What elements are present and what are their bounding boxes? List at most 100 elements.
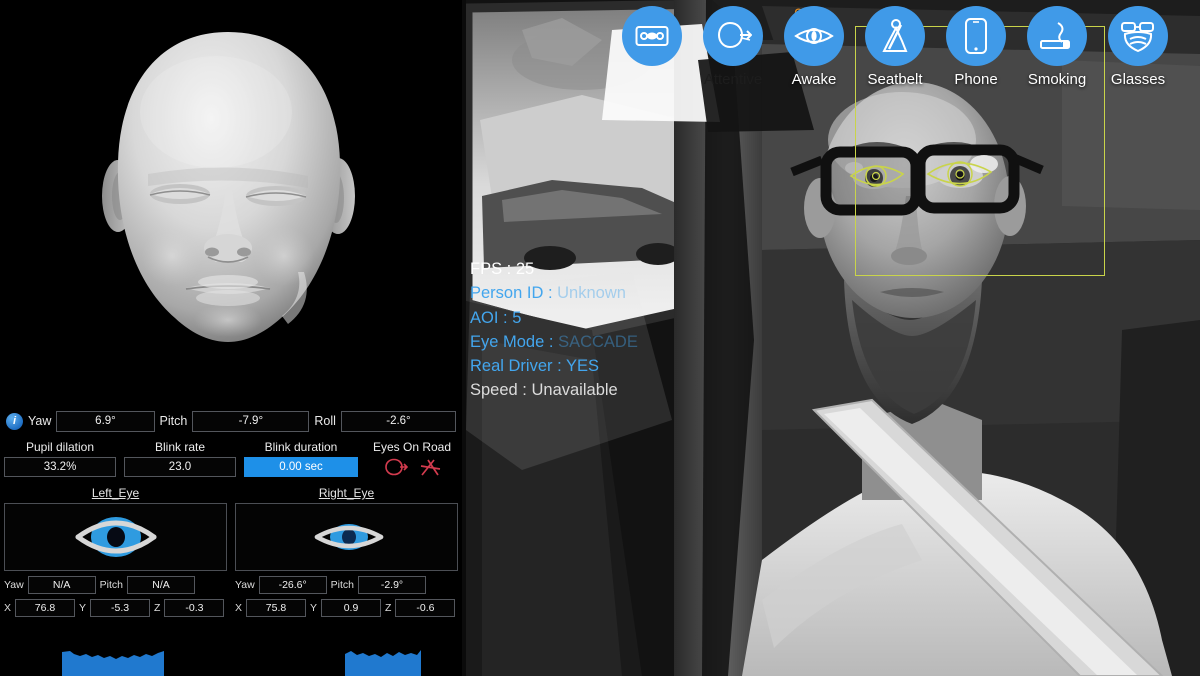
telemetry-eye-mode-value: SACCADE: [558, 333, 638, 351]
head-pose-row: i Yaw 6.9° Pitch -7.9° Roll -2.6°: [0, 406, 462, 436]
telemetry-person-id: Person ID : Unknown: [470, 282, 638, 304]
status-label-seatbelt: Seatbelt: [867, 71, 922, 88]
head-gaze-icon: [380, 457, 408, 477]
status-item-phone[interactable]: Phone: [946, 6, 1006, 88]
pitch-label: Pitch: [160, 414, 188, 428]
metric-blink-rate: Blink rate 23.0: [124, 440, 236, 482]
right-eye-yaw-label: Yaw: [235, 579, 255, 591]
left-eye-yaw-value[interactable]: N/A: [28, 576, 96, 594]
eye-open-icon: [784, 6, 844, 66]
left-eye-y-value[interactable]: -5.3: [90, 599, 150, 617]
seatbelt-icon: [865, 6, 925, 66]
left-eye-x-value[interactable]: 76.8: [15, 599, 75, 617]
status-item-smoking[interactable]: Smoking: [1027, 6, 1087, 88]
right-eye-y-value[interactable]: 0.9: [321, 599, 381, 617]
signal-waveforms: [0, 640, 462, 676]
phone-icon: [946, 6, 1006, 66]
status-label-glasses: Glasses: [1111, 71, 1165, 88]
status-item-glasses[interactable]: Glasses: [1108, 6, 1168, 88]
telemetry-fps-key: FPS: [470, 260, 502, 278]
eye-detail-sections: Left_Eye Yaw N/A Pitch N/A X: [0, 486, 462, 621]
metric-eyes-on-road: Eyes On Road: [366, 440, 458, 482]
status-label-attentive: Attentive: [704, 71, 762, 88]
left-telemetry-panel: i Yaw 6.9° Pitch -7.9° Roll -2.6° Pupil …: [0, 0, 462, 676]
status-item-sensor[interactable]: [622, 6, 682, 71]
head-pose-3d-viewport[interactable]: [0, 0, 462, 398]
telemetry-eye-mode: Eye Mode : SACCADE: [470, 331, 638, 353]
blink-rate-value[interactable]: 23.0: [124, 457, 236, 477]
right-eye-title: Right_Eye: [235, 486, 458, 500]
right-eye-pitch-label: Pitch: [331, 579, 354, 591]
sep: :: [502, 260, 516, 278]
telemetry-real-driver-value: YES: [566, 357, 599, 375]
status-label-phone: Phone: [954, 71, 997, 88]
left-eye-yaw-label: Yaw: [4, 579, 24, 591]
right-eye-y-label: Y: [310, 602, 317, 614]
left-eye-waveform: [4, 640, 227, 676]
blink-rate-label: Blink rate: [155, 440, 205, 454]
left-eye-z-label: Z: [154, 602, 160, 614]
telemetry-overlay: FPS : 25 Person ID : Unknown AOI : 5 Eye…: [470, 258, 638, 402]
sep: :: [543, 284, 557, 302]
right-eye-coords: X 75.8 Y 0.9 Z -0.6: [235, 599, 458, 617]
sensor-bar-icon: [622, 6, 682, 66]
glasses-mask-icon: [1108, 6, 1168, 66]
pupil-dilation-label: Pupil dilation: [26, 440, 94, 454]
metrics-row: Pupil dilation 33.2% Blink rate 23.0 Bli…: [0, 440, 462, 482]
right-eye-waveform: [235, 640, 458, 676]
video-frame-edge: [462, 0, 466, 676]
head-mesh-icon: [76, 24, 386, 374]
telemetry-aoi: AOI : 5: [470, 307, 638, 329]
eye-open-icon: [70, 511, 162, 563]
telemetry-speed-value: Unavailable: [531, 381, 617, 399]
status-item-attentive[interactable]: Attentive: [703, 6, 763, 88]
telemetry-fps: FPS : 25: [470, 258, 638, 280]
left-eye-x-label: X: [4, 602, 11, 614]
left-eye-pitch-value[interactable]: N/A: [127, 576, 195, 594]
left-eye-coords: X 76.8 Y -5.3 Z -0.3: [4, 599, 227, 617]
left-eye-y-label: Y: [79, 602, 86, 614]
status-item-awake[interactable]: Awake: [784, 6, 844, 88]
roll-field[interactable]: -2.6°: [341, 411, 456, 432]
telemetry-person-id-value: Unknown: [557, 284, 626, 302]
telemetry-real-driver-key: Real Driver: [470, 357, 553, 375]
right-eye-x-value[interactable]: 75.8: [246, 599, 306, 617]
right-eye-angles: Yaw -26.6° Pitch -2.9°: [235, 576, 458, 594]
telemetry-eye-mode-key: Eye Mode: [470, 333, 544, 351]
driver-camera-feed[interactable]: Attentive Awake: [462, 0, 1200, 676]
pupil-dilation-value[interactable]: 33.2%: [4, 457, 116, 477]
head-gaze-icon: [703, 6, 763, 66]
left-eye-pitch-label: Pitch: [100, 579, 123, 591]
blink-duration-value[interactable]: 0.00 sec: [244, 457, 358, 477]
driver-monitoring-app: i Yaw 6.9° Pitch -7.9° Roll -2.6° Pupil …: [0, 0, 1200, 676]
eyes-on-road-label: Eyes On Road: [373, 440, 451, 454]
right-eye-z-label: Z: [385, 602, 391, 614]
eyes-on-road-indicators: [380, 457, 444, 477]
left-eye-angles: Yaw N/A Pitch N/A: [4, 576, 227, 594]
right-eye-yaw-value[interactable]: -26.6°: [259, 576, 327, 594]
right-eye-z-value[interactable]: -0.6: [395, 599, 455, 617]
sep: :: [518, 381, 532, 399]
status-item-seatbelt[interactable]: Seatbelt: [865, 6, 925, 88]
roll-label: Roll: [314, 414, 336, 428]
right-eye-pitch-value[interactable]: -2.9°: [358, 576, 426, 594]
left-eye-landmark-contour: [845, 152, 925, 200]
telemetry-aoi-value: 5: [512, 309, 521, 327]
telemetry-aoi-key: AOI: [470, 309, 498, 327]
pitch-field[interactable]: -7.9°: [192, 411, 309, 432]
left-eye-z-value[interactable]: -0.3: [164, 599, 224, 617]
right-eye-preview[interactable]: [235, 503, 458, 571]
telemetry-real-driver: Real Driver : YES: [470, 355, 638, 377]
cigarette-icon: [1027, 6, 1087, 66]
sep: :: [544, 333, 558, 351]
metric-pupil-dilation: Pupil dilation 33.2%: [4, 440, 116, 482]
info-icon[interactable]: i: [6, 413, 23, 430]
right-eye-x-label: X: [235, 602, 242, 614]
status-label-awake: Awake: [792, 71, 837, 88]
right-eye-section: Right_Eye Yaw -26.6° Pitch -2.9°: [235, 486, 458, 621]
left-eye-preview[interactable]: [4, 503, 227, 571]
yaw-field[interactable]: 6.9°: [56, 411, 154, 432]
gaze-crossed-icon: [418, 457, 444, 477]
status-label-smoking: Smoking: [1028, 71, 1086, 88]
driver-state-icon-bar: Attentive Awake: [462, 6, 1200, 114]
